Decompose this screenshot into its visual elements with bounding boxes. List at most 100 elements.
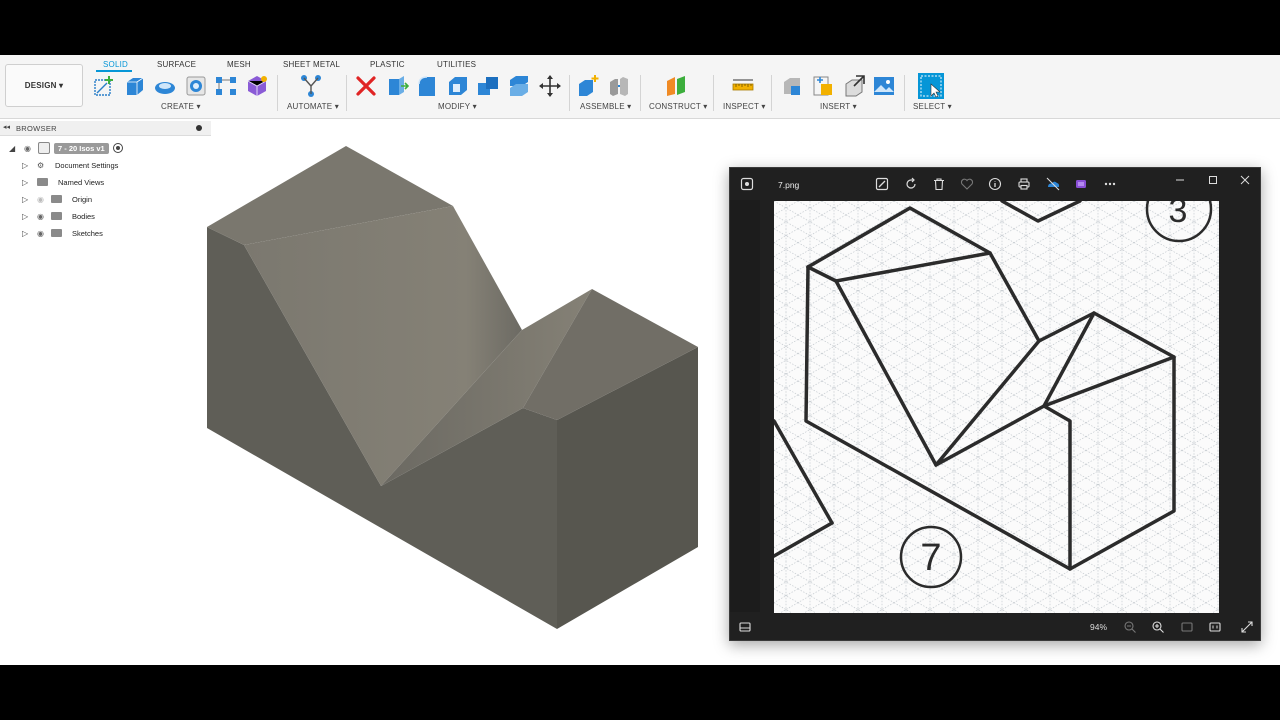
print-icon[interactable] [1017,177,1031,191]
rotate-icon[interactable] [904,177,918,191]
v-block-model[interactable] [200,140,710,640]
modify-group-label[interactable]: MODIFY ▾ [438,102,477,111]
visibility-eye-icon[interactable]: ◉ [37,229,51,238]
maximize-icon[interactable] [1206,173,1220,187]
design-workspace-button[interactable]: DESIGN ▾ [5,64,83,107]
gallery-icon[interactable] [740,177,754,191]
pattern-icon[interactable] [214,74,238,98]
tab-mesh[interactable]: MESH [227,60,251,69]
tree-item-label: Sketches [72,228,103,238]
tab-plastic[interactable]: PLASTIC [370,60,405,69]
move-copy-icon[interactable] [538,74,562,98]
press-pull-icon[interactable] [385,74,409,98]
photos-left-strip [730,200,760,612]
isometric-drawing: 7 3 [774,201,1219,613]
create-group-label[interactable]: CREATE ▾ [161,102,201,111]
isometric-sketch-image[interactable]: 7 3 [774,201,1219,613]
zoom-in-icon[interactable] [1151,620,1165,634]
form-icon[interactable] [245,74,269,98]
hidden-eye-icon[interactable]: ◉ [37,195,51,204]
tree-item-label: Bodies [72,211,95,221]
tree-item-sketches[interactable]: ▷ ◉ Sketches [22,226,107,240]
more-options-icon[interactable] [1103,177,1117,191]
select-icon[interactable] [918,73,944,99]
new-component-icon[interactable] [576,74,600,98]
inspect-group-label[interactable]: INSPECT ▾ [723,102,766,111]
insert-mesh-icon[interactable] [842,74,866,98]
insert-derive-icon[interactable] [780,74,804,98]
minimize-icon[interactable] [1173,173,1187,187]
expand-triangle-icon[interactable]: ▷ [22,195,32,204]
ribbon-toolbar: DESIGN ▾ SOLID SURFACE MESH SHEET METAL … [0,55,1280,119]
create-sketch-icon[interactable] [92,74,116,98]
measure-icon[interactable] [731,74,755,98]
photos-viewer-window[interactable]: 7.png 7 3 94% [729,167,1261,641]
toolbar-separator [346,75,347,111]
shell-icon[interactable] [446,74,470,98]
close-icon[interactable] [1238,173,1252,187]
tree-item-bodies[interactable]: ▷ ◉ Bodies [22,209,99,223]
onedrive-icon[interactable] [1046,177,1060,191]
joint-icon[interactable] [607,74,631,98]
fullscreen-icon[interactable] [1240,620,1254,634]
root-component-label: 7 - 20 Isos v1 [54,142,109,154]
hole-icon[interactable] [184,74,208,98]
visibility-eye-icon[interactable]: ◉ [37,212,51,221]
tree-root[interactable]: ◢ ◉ 7 - 20 Isos v1 [9,141,123,155]
extrude-box-icon[interactable] [123,74,147,98]
collapse-panel-icon[interactable]: ◂◂ [3,123,10,131]
expand-triangle-icon[interactable]: ▷ [22,229,32,238]
tree-item-origin[interactable]: ▷ ◉ Origin [22,192,96,206]
folder-icon [51,212,62,220]
tree-item-document-settings[interactable]: ▷ ⚙ Document Settings [22,158,122,172]
image-corner-label: 3 [1169,201,1188,230]
toolbar-separator [569,75,570,111]
split-body-icon[interactable] [507,74,531,98]
insert-group-label[interactable]: INSERT ▾ [820,102,857,111]
fillet-icon[interactable] [415,74,439,98]
expand-triangle-icon[interactable]: ▷ [22,212,32,221]
combine-icon[interactable] [476,74,500,98]
assemble-group-label[interactable]: ASSEMBLE ▾ [580,102,631,111]
construct-group-label[interactable]: CONSTRUCT ▾ [649,102,708,111]
activate-radio-icon[interactable] [112,143,123,153]
tab-surface[interactable]: SURFACE [157,60,196,69]
clipchamp-icon[interactable] [1074,177,1088,191]
tree-item-label: Document Settings [55,160,119,170]
delete-icon[interactable] [932,177,946,191]
insert-canvas-icon[interactable] [872,74,896,98]
toolbar-separator [640,75,641,111]
browser-title: BROWSER [16,124,57,133]
tab-sheet-metal[interactable]: SHEET METAL [283,60,340,69]
photos-bottombar: 94% [730,614,1260,640]
select-group-label[interactable]: SELECT ▾ [913,102,952,111]
panel-pin-icon[interactable] [196,125,202,131]
tab-utilities[interactable]: UTILITIES [437,60,476,69]
favorite-heart-icon[interactable] [960,177,974,191]
folder-icon [37,178,48,186]
info-icon[interactable] [988,177,1002,191]
delete-icon[interactable] [354,74,378,98]
toolbar-separator [277,75,278,111]
tab-solid[interactable]: SOLID [103,60,128,69]
zoom-level: 94% [1090,622,1108,632]
zoom-out-icon[interactable] [1123,620,1137,634]
toolbar-separator [771,75,772,111]
filmstrip-icon[interactable] [738,620,752,634]
toolbar-separator [904,75,905,111]
insert-decal-icon[interactable] [811,74,835,98]
folder-icon [51,195,62,203]
offset-plane-icon[interactable] [664,74,688,98]
expand-triangle-icon[interactable]: ▷ [22,178,32,187]
automate-group-label[interactable]: AUTOMATE ▾ [287,102,339,111]
collapse-triangle-icon[interactable]: ◢ [9,144,19,153]
expand-triangle-icon[interactable]: ▷ [22,161,32,170]
automate-icon[interactable] [299,74,323,98]
visibility-eye-icon[interactable]: ◉ [24,144,38,153]
actual-size-icon[interactable] [1208,620,1222,634]
tree-item-named-views[interactable]: ▷ Named Views [22,175,108,189]
image-filename: 7.png [778,180,800,190]
revolve-icon[interactable] [153,74,177,98]
fit-to-window-icon[interactable] [1180,620,1194,634]
edit-image-icon[interactable] [875,177,889,191]
